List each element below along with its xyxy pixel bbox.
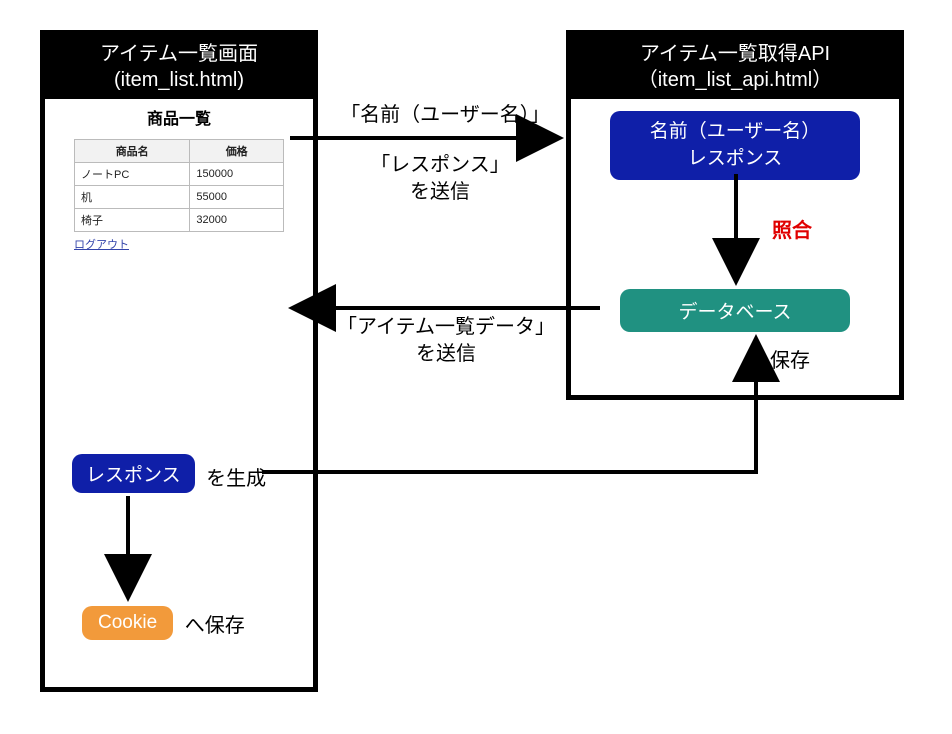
item-list-screen-header: アイテム一覧画面 (item_list.html) <box>45 35 313 99</box>
item-list-api-box: アイテム一覧取得API （item_list_api.html） 名前（ユーザー… <box>566 30 904 400</box>
table-row: 机 55000 <box>75 186 284 209</box>
api-input-pill: 名前（ユーザー名） レスポンス <box>610 111 860 180</box>
col-header-price: 価格 <box>190 140 284 163</box>
generate-text: を生成 <box>201 468 267 490</box>
item-list-title-1: アイテム一覧画面 <box>49 41 309 67</box>
item-list-preview: 商品一覧 商品名 価格 ノートPC 150000 机 55000 椅子 3200… <box>74 105 284 252</box>
response-generate-row: レスポンス を生成 <box>72 454 266 493</box>
item-list-title-2: (item_list.html) <box>49 67 309 93</box>
api-input-line1: 名前（ユーザー名） <box>628 119 842 146</box>
verify-label: 照合 <box>772 218 812 245</box>
products-table: 商品名 価格 ノートPC 150000 机 55000 椅子 32000 <box>74 139 284 232</box>
api-title-1: アイテム一覧取得API <box>575 41 895 67</box>
item-list-api-header: アイテム一覧取得API （item_list_api.html） <box>571 35 899 99</box>
table-row: ノートPC 150000 <box>75 163 284 186</box>
logout-link: ログアウト <box>74 236 129 252</box>
api-input-line2: レスポンス <box>628 146 842 173</box>
arrow-label-return-data: 「アイテム一覧データ」 を送信 <box>326 314 566 368</box>
cookie-pill: Cookie <box>82 606 173 640</box>
database-pill: データベース <box>620 289 850 332</box>
cookie-save-text: へ保存 <box>179 615 245 637</box>
col-header-name: 商品名 <box>75 140 190 163</box>
cookie-save-row: Cookie へ保存 <box>82 606 245 640</box>
api-title-2: （item_list_api.html） <box>575 67 895 93</box>
arrow-label-send-name: 「名前（ユーザー名）」 <box>330 102 560 129</box>
arrow-label-send-response: 「レスポンス」 を送信 <box>360 152 520 206</box>
preview-heading: 商品一覧 <box>74 105 284 129</box>
save-label: 保存 <box>770 348 810 375</box>
item-list-screen-box: アイテム一覧画面 (item_list.html) 商品一覧 商品名 価格 ノー… <box>40 30 318 692</box>
response-pill: レスポンス <box>72 454 195 493</box>
table-row: 椅子 32000 <box>75 209 284 232</box>
